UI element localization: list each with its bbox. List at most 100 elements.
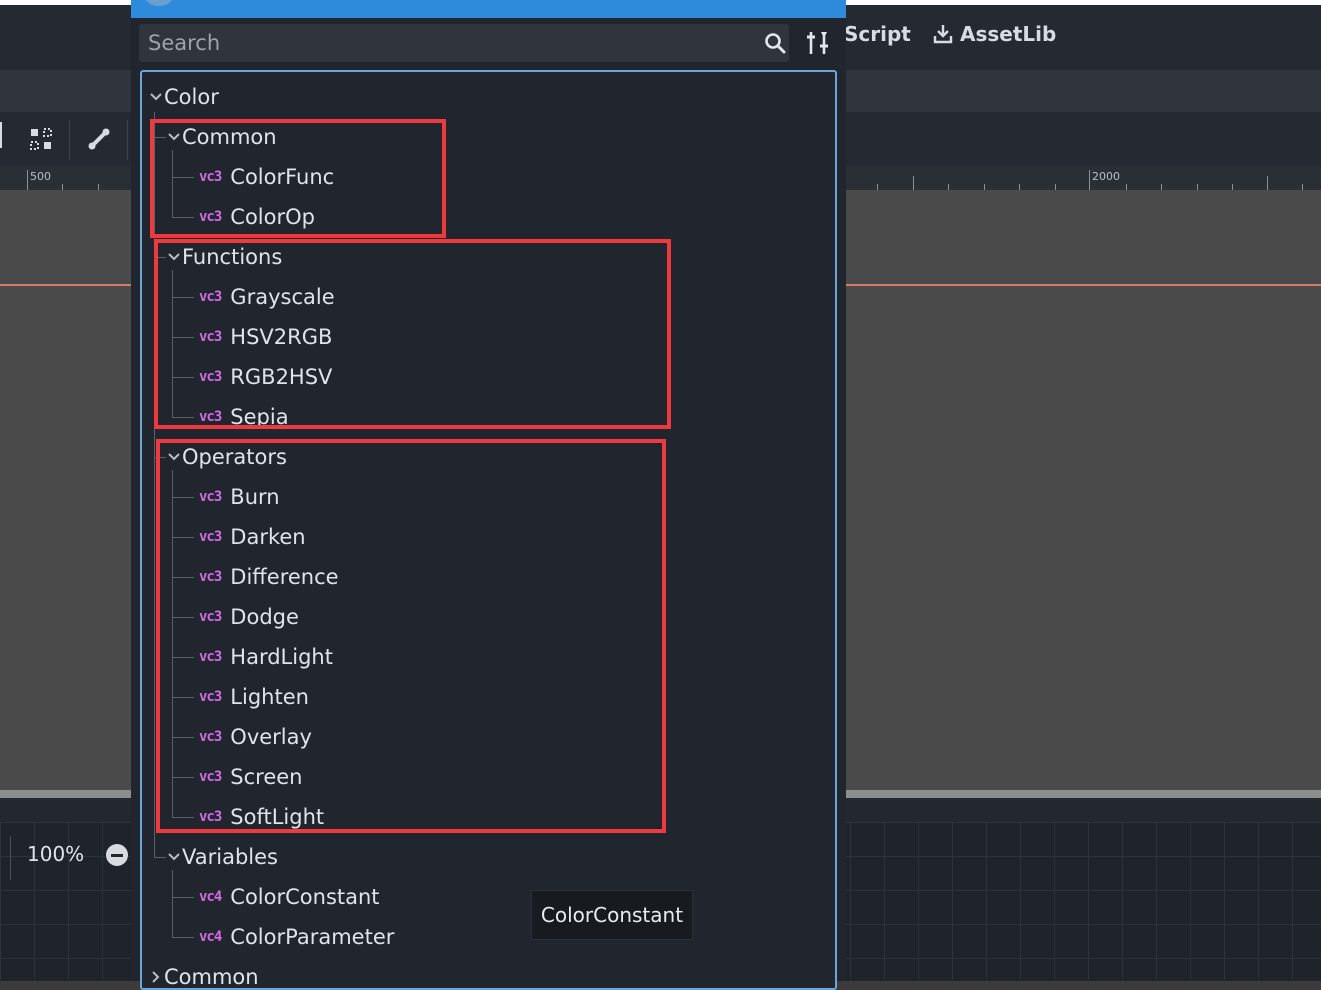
vector3-icon: vc3 (199, 649, 222, 665)
tree-guide (154, 457, 166, 458)
tree-item-dodge[interactable]: vc3 Dodge (199, 597, 299, 637)
tree-guide (172, 737, 194, 738)
vector3-icon: vc3 (199, 529, 222, 545)
tree-category-label: Common (164, 965, 259, 989)
tree-guide (154, 857, 166, 858)
tree-item-label: HSV2RGB (230, 325, 333, 349)
tree-item-label: Burn (230, 485, 280, 509)
node-tree: Color Common vc3 ColorFunc vc3 ColorOp F… (140, 70, 837, 990)
vector3-icon: vc3 (199, 769, 222, 785)
tree-guide (172, 657, 194, 658)
tree-guide (172, 337, 194, 338)
tree-guide (172, 537, 194, 538)
tools-icon[interactable] (803, 28, 833, 58)
tree-guide (172, 150, 173, 218)
tree-item-screen[interactable]: vc3 Screen (199, 757, 303, 797)
tree-category-color[interactable]: Color (148, 77, 219, 117)
zoom-out-icon[interactable] (106, 844, 128, 866)
tree-guide (172, 870, 173, 938)
vector4-icon: vc4 (199, 929, 222, 945)
tree-subcategory-variables[interactable]: Variables (166, 837, 278, 877)
tree-item-label: Difference (230, 565, 339, 589)
vector3-icon: vc3 (199, 689, 222, 705)
tree-item-colorparameter[interactable]: vc4 ColorParameter (199, 917, 394, 957)
dialog-title-icon (145, 0, 173, 6)
tree-item-overlay[interactable]: vc3 Overlay (199, 717, 312, 757)
tab-script[interactable]: Script (844, 22, 911, 46)
vector3-icon: vc3 (199, 409, 222, 425)
ruler-label-right: 2000 (1092, 170, 1120, 183)
ruler-tick (913, 176, 914, 190)
search-input[interactable] (139, 24, 739, 62)
tree-item-label: Sepia (230, 405, 289, 429)
tree-item-rgb2hsv[interactable]: vc3 RGB2HSV (199, 357, 332, 397)
search-box (139, 24, 789, 62)
tab-assetlib[interactable]: AssetLib (932, 22, 1056, 46)
chevron-down-icon (150, 93, 162, 101)
grid-snap-icon[interactable] (28, 126, 54, 152)
tree-item-hsv2rgb[interactable]: vc3 HSV2RGB (199, 317, 332, 357)
tree-item-label: ColorOp (230, 205, 315, 229)
tree-subcategory-label: Common (182, 125, 277, 149)
tree-item-label: Overlay (230, 725, 312, 749)
vector3-icon: vc3 (199, 209, 222, 225)
tree-item-burn[interactable]: vc3 Burn (199, 477, 280, 517)
tree-item-colorconstant[interactable]: vc4 ColorConstant (199, 877, 380, 917)
tree-item-colorfunc[interactable]: vc3 ColorFunc (199, 157, 334, 197)
vector3-icon: vc3 (199, 289, 222, 305)
chevron-down-icon (168, 253, 180, 261)
tree-guide (172, 177, 194, 178)
tree-guide (172, 217, 194, 218)
chevron-right-icon (152, 971, 160, 983)
tree-item-sepia[interactable]: vc3 Sepia (199, 397, 289, 437)
ruler-major-tick (1089, 170, 1090, 190)
tree-guide (172, 297, 194, 298)
dialog-title-bar[interactable] (131, 0, 846, 18)
vector3-icon: vc3 (199, 369, 222, 385)
search-icon (765, 33, 786, 54)
ruler-label-left: 500 (30, 170, 51, 183)
tree-item-label: Dodge (230, 605, 299, 629)
tree-subcategory-operators[interactable]: Operators (166, 437, 287, 477)
tree-guide (172, 377, 194, 378)
item-tooltip: ColorConstant (531, 890, 693, 940)
tree-guide (172, 417, 194, 418)
tree-category-common[interactable]: Common (148, 957, 259, 989)
tree-guide (172, 617, 194, 618)
tree-guide (154, 112, 155, 858)
bone-icon[interactable] (86, 126, 112, 152)
tree-guide (172, 470, 173, 818)
tree-item-label: SoftLight (230, 805, 325, 829)
chevron-down-icon (168, 133, 180, 141)
tree-item-label: ColorConstant (230, 885, 380, 909)
tree-subcategory-label: Functions (182, 245, 283, 269)
tree-item-hardlight[interactable]: vc3 HardLight (199, 637, 333, 677)
tab-script-label: Script (844, 22, 911, 46)
tree-item-label: Lighten (230, 685, 309, 709)
tree-item-grayscale[interactable]: vc3 Grayscale (199, 277, 335, 317)
tree-item-difference[interactable]: vc3 Difference (199, 557, 339, 597)
tree-guide (154, 257, 166, 258)
vector3-icon: vc3 (199, 569, 222, 585)
tree-guide (172, 897, 194, 898)
tree-guide (154, 137, 166, 138)
tree-item-label: ColorFunc (230, 165, 335, 189)
tree-item-label: Darken (230, 525, 306, 549)
chevron-down-icon (168, 853, 180, 861)
tree-guide (172, 697, 194, 698)
tree-subcategory-functions[interactable]: Functions (166, 237, 282, 277)
tree-subcategory-common[interactable]: Common (166, 117, 277, 157)
vector3-icon: vc3 (199, 809, 222, 825)
ruler-major-tick (27, 170, 28, 190)
tree-item-label: HardLight (230, 645, 333, 669)
tree-guide (172, 777, 194, 778)
tree-item-lighten[interactable]: vc3 Lighten (199, 677, 309, 717)
tree-subcategory-label: Operators (182, 445, 287, 469)
tree-item-label: RGB2HSV (230, 365, 333, 389)
tree-item-softlight[interactable]: vc3 SoftLight (199, 797, 324, 837)
tree-item-colorop[interactable]: vc3 ColorOp (199, 197, 315, 237)
tree-item-darken[interactable]: vc3 Darken (199, 517, 306, 557)
tree-item-label: Screen (230, 765, 303, 789)
tree-guide (172, 817, 194, 818)
toolbar-separator (69, 120, 70, 160)
